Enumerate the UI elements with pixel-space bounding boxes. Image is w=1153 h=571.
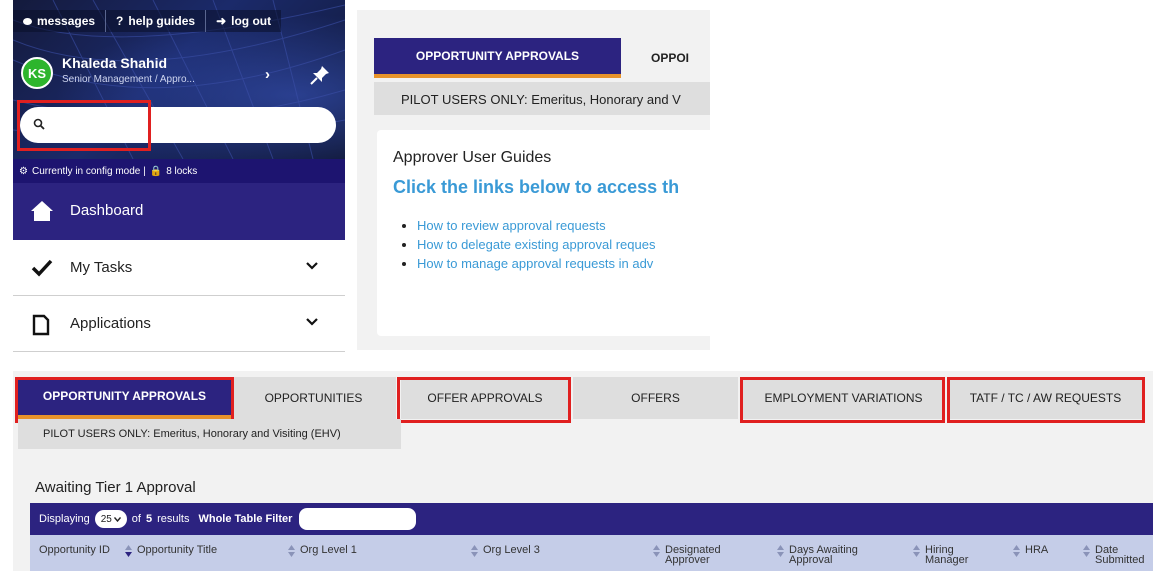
column-header[interactable]: Opportunity ID <box>39 544 129 556</box>
sort-icon <box>777 545 784 557</box>
question-icon: ? <box>116 14 124 28</box>
chevron-down-icon[interactable] <box>305 317 319 327</box>
help-guides-link[interactable]: ? help guides <box>106 10 207 32</box>
displaying-label: Displaying <box>39 513 90 525</box>
sidebar-item-label: My Tasks <box>70 259 133 276</box>
guides-title: Approver User Guides <box>393 149 552 166</box>
sort-icon <box>1013 545 1020 557</box>
column-header[interactable]: Org Level 1 <box>288 545 357 557</box>
sort-icon <box>125 545 132 557</box>
column-header[interactable]: Opportunity Title <box>125 545 217 557</box>
tab-opportunity-approvals[interactable]: OPPORTUNITY APPROVALS <box>374 38 621 78</box>
highlight-tatf-requests <box>947 377 1145 423</box>
column-header[interactable]: HRA <box>1013 545 1048 557</box>
user-name: Khaleda Shahid <box>62 55 168 71</box>
sort-icon <box>1083 545 1090 557</box>
guide-link[interactable]: How to delegate existing approval reques <box>417 237 655 252</box>
avatar[interactable]: KS <box>21 57 53 89</box>
table-toolbar: Displaying 25 of 5 results Whole Table Fil… <box>30 503 1153 535</box>
search-highlight-box <box>17 100 151 151</box>
column-label: HRA <box>1025 544 1049 556</box>
messages-link[interactable]: messages <box>13 10 107 32</box>
sort-icon <box>471 545 478 557</box>
chevron-down-icon[interactable] <box>305 261 319 271</box>
section-title: Awaiting Tier 1 Approval <box>35 479 196 496</box>
guide-link[interactable]: How to manage approval requests in adv <box>417 256 655 271</box>
config-status-text: Currently in config mode | <box>31 165 146 177</box>
chat-bubble-icon <box>23 17 32 25</box>
logout-link[interactable]: ➜ log out <box>206 10 282 32</box>
pilot-users-tab[interactable]: PILOT USERS ONLY: Emeritus, Honorary and… <box>374 82 710 115</box>
column-header[interactable]: Days Awaiting Approval <box>777 544 897 566</box>
logout-label: log out <box>231 14 272 28</box>
sidebar-item-dashboard[interactable]: Dashboard <box>13 183 345 240</box>
gear-icon: ⚙ <box>19 165 28 177</box>
column-label: Date Submitted <box>1095 544 1145 566</box>
column-label: Hiring Manager <box>925 544 969 566</box>
results-suffix: results <box>157 513 190 525</box>
table-filter-input[interactable] <box>299 508 417 530</box>
pin-icon[interactable] <box>309 64 331 91</box>
document-icon <box>32 314 50 336</box>
column-label: Designated Approver <box>665 544 721 566</box>
page-size-value: 25 <box>100 513 112 525</box>
home-icon <box>31 201 53 221</box>
sidebar-item-label: Dashboard <box>70 202 144 219</box>
column-header[interactable]: Hiring Manager <box>913 544 1003 566</box>
pilot-users-tab[interactable]: PILOT USERS ONLY: Emeritus, Honorary and… <box>18 419 401 449</box>
logout-icon: ➜ <box>216 14 227 28</box>
sidebar-item-my-tasks[interactable]: My Tasks <box>13 240 345 296</box>
approver-guides-card: Approver User Guides Click the links bel… <box>377 130 710 336</box>
table-header: Opportunity ID Opportunity Title Org Lev… <box>30 535 1153 571</box>
checkmark-icon <box>31 259 53 277</box>
sidebar-topbar: messages ? help guides ➜ log out <box>13 10 282 32</box>
results-count: 5 <box>145 513 153 525</box>
highlight-opportunity-approvals <box>15 377 234 423</box>
guides-link-list: How to review approval requests How to d… <box>393 218 655 275</box>
chevron-down-icon <box>113 516 121 522</box>
chevron-right-icon[interactable]: › <box>265 66 270 83</box>
tab-opportunities[interactable]: OPPORTUNITIES <box>231 377 396 419</box>
guide-link[interactable]: How to review approval requests <box>417 218 655 233</box>
column-label: Org Level 3 <box>483 544 540 556</box>
tab-opportunities[interactable]: OPPOI <box>651 51 689 65</box>
column-header[interactable]: Date Submitted <box>1083 544 1153 566</box>
messages-label: messages <box>37 14 96 28</box>
sort-icon <box>288 545 295 557</box>
column-label: Opportunity ID <box>39 544 110 556</box>
config-mode-bar: ⚙ Currently in config mode | 🔒 8 locks <box>13 159 345 183</box>
highlight-offer-approvals <box>397 377 571 423</box>
column-header[interactable]: Designated Approver <box>653 544 773 566</box>
sidebar: messages ? help guides ➜ log out KS Khal… <box>13 0 345 352</box>
sidebar-item-applications[interactable]: Applications <box>13 296 345 352</box>
filter-label: Whole Table Filter <box>198 513 293 525</box>
results-of: of <box>131 513 141 525</box>
sort-icon <box>913 545 920 557</box>
page-size-select[interactable]: 25 <box>94 510 127 528</box>
user-role: Senior Management / Appro... <box>62 74 195 85</box>
guides-heading: Click the links below to access th <box>393 177 680 197</box>
column-label: Opportunity Title <box>137 544 218 556</box>
highlight-employment-variations <box>740 377 945 423</box>
sort-icon <box>653 545 660 557</box>
locks-count[interactable]: 8 locks <box>166 166 197 177</box>
sidebar-item-label: Applications <box>70 315 151 332</box>
top-preview-panel: OPPORTUNITY APPROVALS OPPOI PILOT USERS … <box>357 10 710 350</box>
tab-offers[interactable]: OFFERS <box>573 377 738 419</box>
column-label: Days Awaiting Approval <box>789 544 858 566</box>
help-guides-label: help guides <box>128 14 196 28</box>
column-header[interactable]: Org Level 3 <box>471 545 540 557</box>
column-label: Org Level 1 <box>300 544 357 556</box>
approvals-panel: OPPORTUNITY APPROVALS OPPORTUNITIES OFFE… <box>13 371 1153 571</box>
lock-icon: 🔒 <box>149 165 163 177</box>
